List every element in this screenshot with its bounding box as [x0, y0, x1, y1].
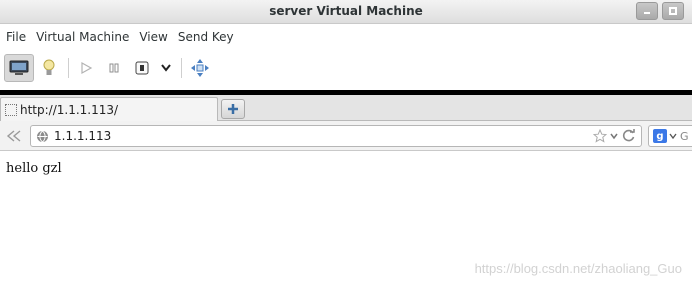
watermark: https://blog.csdn.net/zhaoliang_Guo: [474, 261, 682, 276]
menu-send-key[interactable]: Send Key: [174, 30, 238, 44]
url-text: 1.1.1.113: [54, 129, 112, 143]
console-icon: [9, 60, 29, 75]
pause-icon: [109, 63, 119, 73]
console-button[interactable]: [4, 54, 34, 82]
menu-virtual-machine[interactable]: Virtual Machine: [32, 30, 133, 44]
back-button[interactable]: [4, 128, 22, 148]
blank-page-icon: [5, 103, 17, 116]
browser-tabstrip: http://1.1.1.113/: [0, 95, 692, 121]
window-title: server Virtual Machine: [269, 4, 423, 18]
plus-icon: [228, 104, 238, 114]
search-box[interactable]: g G: [648, 125, 692, 147]
shutdown-menu-button[interactable]: [157, 54, 175, 82]
toolbar-separator: [68, 58, 69, 78]
window-controls: [636, 2, 684, 20]
play-icon: [81, 61, 93, 75]
shutdown-button[interactable]: [131, 54, 153, 82]
chevron-down-icon: [161, 64, 171, 72]
details-button[interactable]: [36, 54, 62, 82]
page-content: hello gzl https://blog.csdn.net/zhaolian…: [0, 152, 692, 287]
lightbulb-icon: [43, 59, 55, 75]
chevron-down-icon[interactable]: [609, 131, 619, 141]
globe-icon: [37, 130, 48, 143]
reload-icon[interactable]: [621, 128, 637, 144]
vm-toolbar: [0, 52, 692, 84]
bookmark-star-icon[interactable]: [593, 129, 607, 143]
back-arrow-icon: [6, 130, 21, 142]
minimize-button[interactable]: [636, 2, 658, 20]
search-placeholder: G: [680, 129, 689, 143]
chevron-down-icon[interactable]: [669, 132, 677, 140]
window-titlebar[interactable]: server Virtual Machine: [0, 0, 692, 24]
run-button[interactable]: [75, 54, 97, 82]
fullscreen-button[interactable]: [188, 54, 212, 82]
new-tab-button[interactable]: [221, 99, 245, 119]
tab-current[interactable]: http://1.1.1.113/: [0, 97, 218, 121]
browser-navbar: 1.1.1.113 g G: [0, 121, 692, 151]
fullscreen-move-icon: [191, 59, 209, 77]
menubar: File Virtual Machine View Send Key: [0, 26, 692, 48]
page-body-text: hello gzl: [6, 161, 62, 176]
url-bar[interactable]: 1.1.1.113: [30, 125, 642, 147]
toolbar-separator: [181, 58, 182, 78]
maximize-icon: [669, 7, 677, 15]
url-tools: [593, 128, 637, 144]
google-search-icon[interactable]: g: [653, 129, 667, 143]
minimize-icon: [644, 12, 650, 14]
pause-button[interactable]: [103, 54, 125, 82]
shutdown-icon: [135, 61, 149, 75]
maximize-button[interactable]: [662, 2, 684, 20]
menu-file[interactable]: File: [2, 30, 30, 44]
tab-title: http://1.1.1.113/: [20, 102, 119, 117]
menu-view[interactable]: View: [135, 30, 171, 44]
